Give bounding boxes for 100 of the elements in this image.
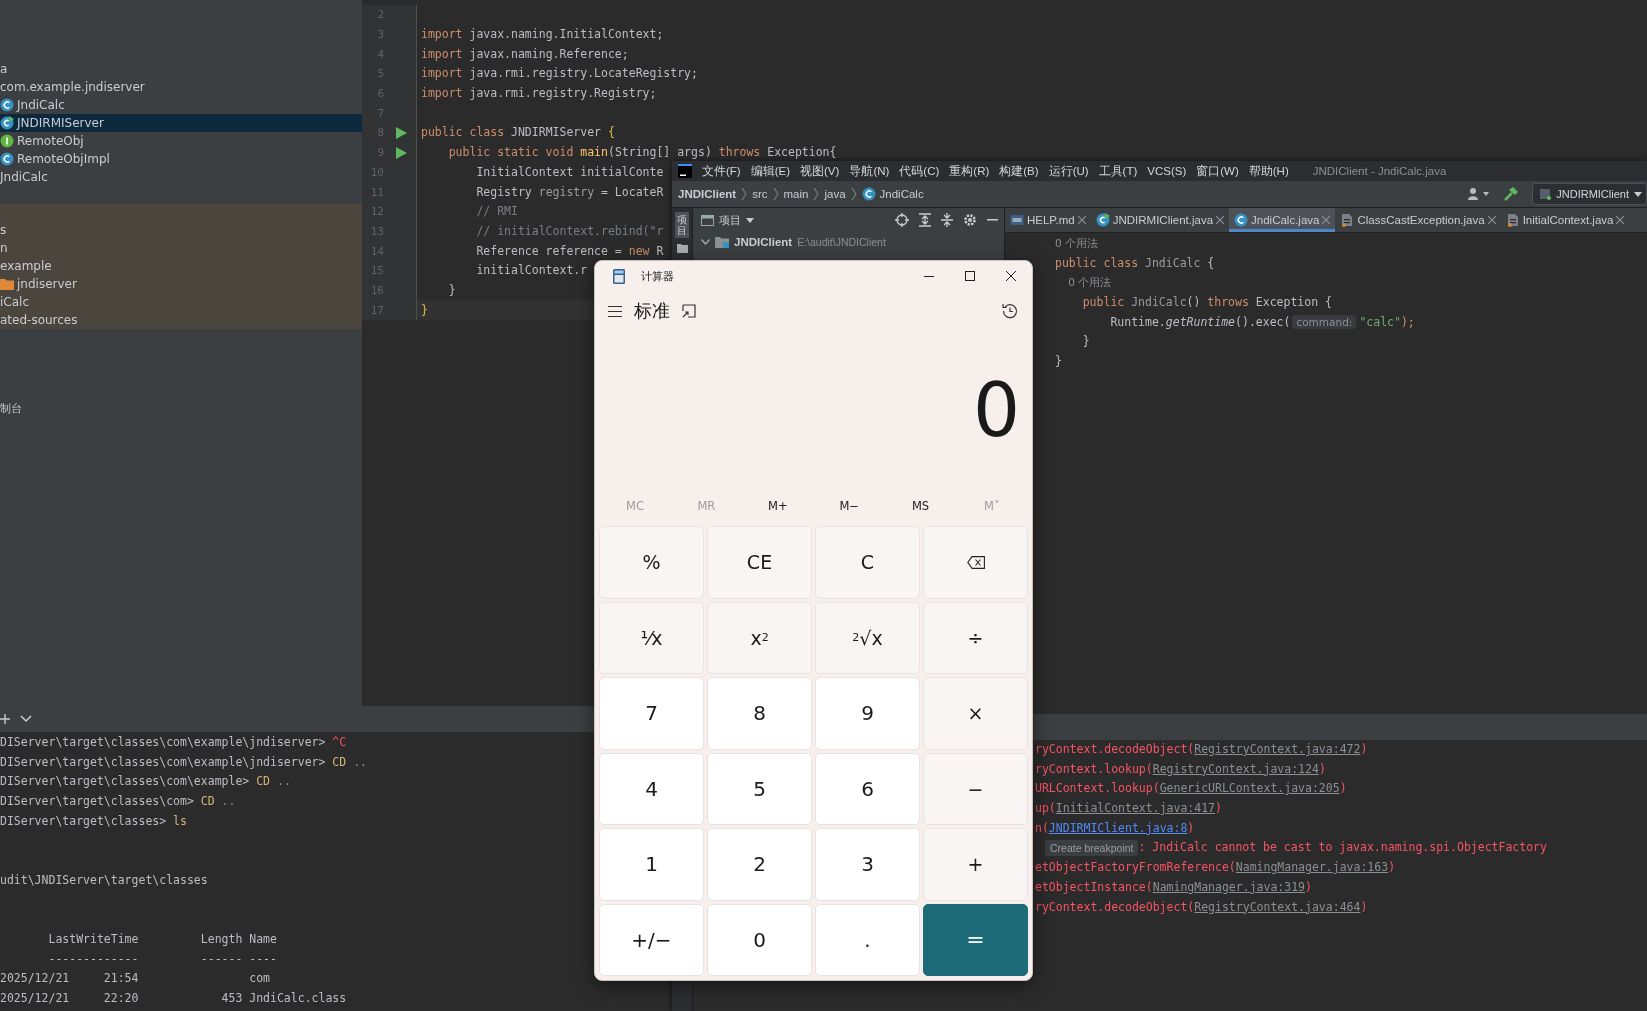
breadcrumb-item[interactable]: main [783,188,809,200]
calculator-key[interactable]: 2 [707,828,812,901]
stack-trace-link[interactable]: JNDIRMIClient.java:8 [1048,818,1188,839]
menu-item[interactable]: 窗口(W) [1196,163,1239,179]
run-configuration-dropdown[interactable]: JNDIRMIClient [1532,183,1647,205]
menu-item[interactable]: 代码(C) [899,163,940,179]
tree-item[interactable]: ated-sources [0,311,362,329]
calculator-key[interactable]: 6 [815,752,920,825]
calculator-key[interactable]: . [815,903,920,976]
tree-item[interactable]: RemoteObjImpl [0,150,362,168]
menu-icon[interactable] [608,305,622,317]
menu-item[interactable]: 重构(R) [949,163,990,179]
tree-item[interactable]: a [0,60,362,78]
calculator-key[interactable]: +/− [599,903,704,976]
menu-item[interactable]: 运行(U) [1048,163,1089,179]
terminal-line: DIServer\target\classes> ls [0,812,187,830]
memory-button[interactable]: M+ [743,489,812,523]
tree-item[interactable]: iCalc [0,293,362,311]
calculator-key[interactable]: + [923,828,1028,901]
tool-window-button[interactable]: 项目 [675,212,689,238]
stack-trace-link[interactable]: GenericURLContext.java:205 [1159,779,1340,800]
hammer-icon[interactable] [1504,187,1519,201]
stack-trace-link[interactable]: NamingManager.java:163 [1235,858,1389,878]
menu-item[interactable]: 帮助(H) [1248,163,1289,179]
keep-on-top-icon[interactable] [682,304,696,318]
breadcrumb-item[interactable]: JndiCalc [861,187,924,201]
code-line: // initialContext.rebind("r [475,222,664,240]
calculator-key[interactable]: ÷ [923,601,1028,674]
tree-item[interactable]: com.example.jndiserver [0,78,362,96]
calculator-key[interactable]: 1 [599,828,704,901]
editor-tab[interactable]: JNDIRMIClient.java [1090,208,1230,232]
calculator-key[interactable]: 9 [815,677,920,750]
menu-item[interactable]: 导航(N) [849,163,890,179]
run-icon[interactable] [395,126,407,139]
tree-item[interactable]: JndiCalc [0,96,362,114]
code-line: Reference reference = new R [475,242,664,260]
minimize-icon[interactable] [924,275,934,277]
collapse-all-icon[interactable] [941,213,953,227]
stack-trace-link[interactable]: RegistryContext.java:472 [1194,740,1361,760]
locate-icon[interactable] [895,213,909,227]
calculator-key[interactable]: 7 [599,677,704,750]
chevron-down-icon[interactable] [20,715,32,723]
calculator-key[interactable]: CE [707,526,812,599]
settings-icon[interactable] [963,213,977,227]
menu-item[interactable]: VCS(S) [1147,165,1187,177]
calculator-key[interactable]: 3 [815,828,920,901]
close-icon[interactable] [1006,271,1016,281]
calculator-key[interactable]: = [923,903,1028,976]
calculator-key[interactable]: 4 [599,752,704,825]
breadcrumb-item[interactable]: src [752,188,768,200]
editor-tab[interactable]: ClassCastException.java [1335,208,1501,232]
calculator-key[interactable]: $^{2}$√x [815,601,920,674]
project-view-dropdown[interactable]: 项目 [701,212,754,228]
calculator-key[interactable]: % [599,526,704,599]
tree-item[interactable]: jndiserver [0,275,362,293]
calculator-key[interactable]: x$^{2}$ [707,601,812,674]
history-icon[interactable] [1002,303,1018,319]
maximize-icon[interactable] [965,271,975,281]
code-line: import java.rmi.registry.Registry; [421,85,657,103]
stack-trace-link[interactable]: InitialContext.java:417 [1055,799,1216,819]
breadcrumb-item[interactable]: JNDIClient [678,188,737,200]
memory-button[interactable]: MS [886,489,955,523]
memory-button[interactable]: M− [815,489,884,523]
plus-icon[interactable] [0,714,10,724]
tree-item[interactable]: n [0,239,362,257]
caret-icon [1634,191,1642,197]
stack-trace-link[interactable]: RegistryContext.java:464 [1194,897,1361,918]
menu-item[interactable]: 工具(T) [1098,163,1138,179]
markdown-file-icon [1010,213,1024,227]
calculator-key[interactable]: C [815,526,920,599]
breadcrumb-item[interactable]: java [824,188,846,200]
tooltip: Create breakpoint [1045,840,1139,857]
menu-item[interactable]: 编辑(E) [750,163,791,179]
tree-item[interactable]: JndiCalc [0,168,362,186]
editor-tab[interactable]: HELP.md [1005,208,1091,232]
calculator-key[interactable]: 8 [707,677,812,750]
tree-item[interactable]: JNDIRMIServer [0,114,362,132]
tree-item[interactable]: JNDIClient E:\audit\JNDIClient [693,232,1004,252]
menu-item[interactable]: 视图(V) [800,163,840,179]
code-line: import javax.naming.Reference; [421,45,629,63]
chevron-right-icon [850,187,857,201]
user-dropdown-icon[interactable] [1468,188,1491,200]
editor-tab[interactable]: InitialContext.java [1500,208,1630,232]
tree-item[interactable]: s [0,221,362,239]
tree-item[interactable]: example [0,257,362,275]
stack-trace-link[interactable]: RegistryContext.java:124 [1152,759,1319,780]
calculator-key[interactable]: 0 [707,903,812,976]
expand-all-icon[interactable] [919,213,931,227]
stack-trace-link[interactable]: NamingManager.java:319 [1152,877,1306,898]
tool-window-label[interactable]: 制台 [0,401,22,416]
menu-item[interactable]: 文件(F) [702,163,741,179]
calculator-key[interactable]: × [923,677,1028,750]
editor-tab[interactable]: JndiCalc.java [1229,208,1336,232]
calculator-key[interactable]: − [923,752,1028,825]
menu-item[interactable]: 构建(B) [999,163,1039,179]
calculator-key[interactable]: ⅟x [599,601,704,674]
run-icon[interactable] [395,146,407,159]
tree-item[interactable]: RemoteObj [0,132,362,150]
calculator-key[interactable]: 5 [707,752,812,825]
chevron-right-icon [741,187,748,201]
